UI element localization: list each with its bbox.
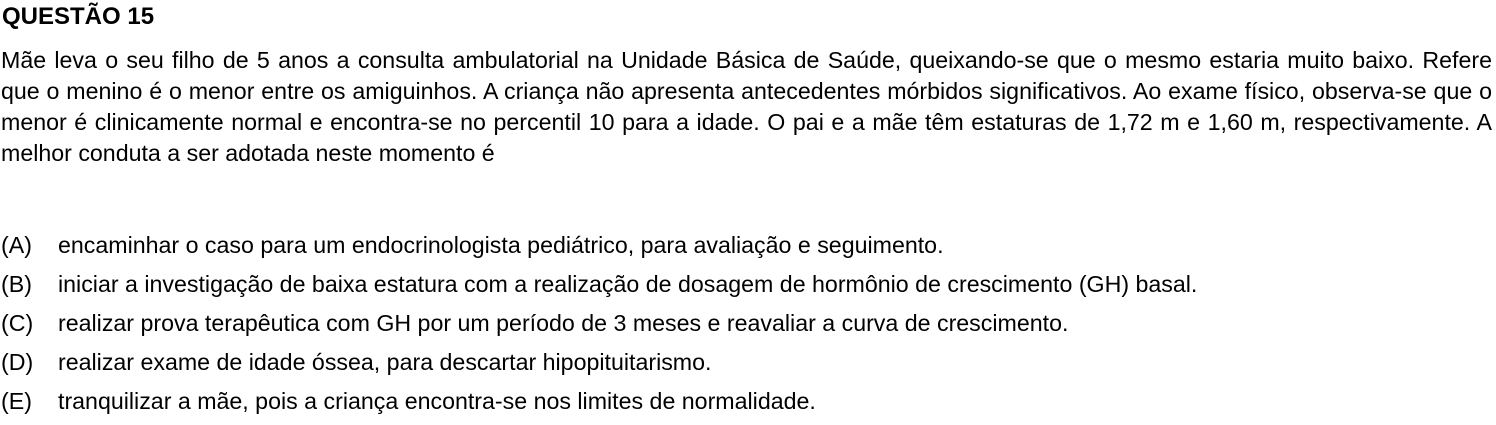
option-letter: (A) bbox=[1, 232, 32, 258]
option-text: encaminhar o caso para um endocrinologis… bbox=[58, 232, 944, 258]
option-text: realizar exame de idade óssea, para desc… bbox=[58, 349, 712, 375]
option-c: (C) realizar prova terapêutica com GH po… bbox=[1, 308, 1492, 347]
option-text: realizar prova terapêutica com GH por um… bbox=[58, 310, 1069, 336]
option-a: (A) encaminhar o caso para um endocrinol… bbox=[1, 230, 1492, 269]
option-text: iniciar a investigação de baixa estatura… bbox=[58, 271, 1198, 297]
option-d: (D) realizar exame de idade óssea, para … bbox=[1, 347, 1492, 386]
answer-options: (A) encaminhar o caso para um endocrinol… bbox=[1, 230, 1492, 425]
question-page: QUESTÃO 15 Mãe leva o seu filho de 5 ano… bbox=[0, 0, 1496, 420]
option-text: tranquilizar a mãe, pois a criança encon… bbox=[58, 388, 816, 414]
option-e: (E) tranquilizar a mãe, pois a criança e… bbox=[1, 386, 1492, 425]
option-letter: (E) bbox=[1, 388, 32, 414]
question-stem: Mãe leva o seu filho de 5 anos a consult… bbox=[1, 47, 1492, 166]
option-letter: (D) bbox=[1, 349, 34, 375]
option-b: (B) iniciar a investigação de baixa esta… bbox=[1, 269, 1492, 308]
question-title: QUESTÃO 15 bbox=[2, 3, 155, 30]
option-letter: (C) bbox=[1, 310, 34, 336]
option-letter: (B) bbox=[1, 271, 32, 297]
